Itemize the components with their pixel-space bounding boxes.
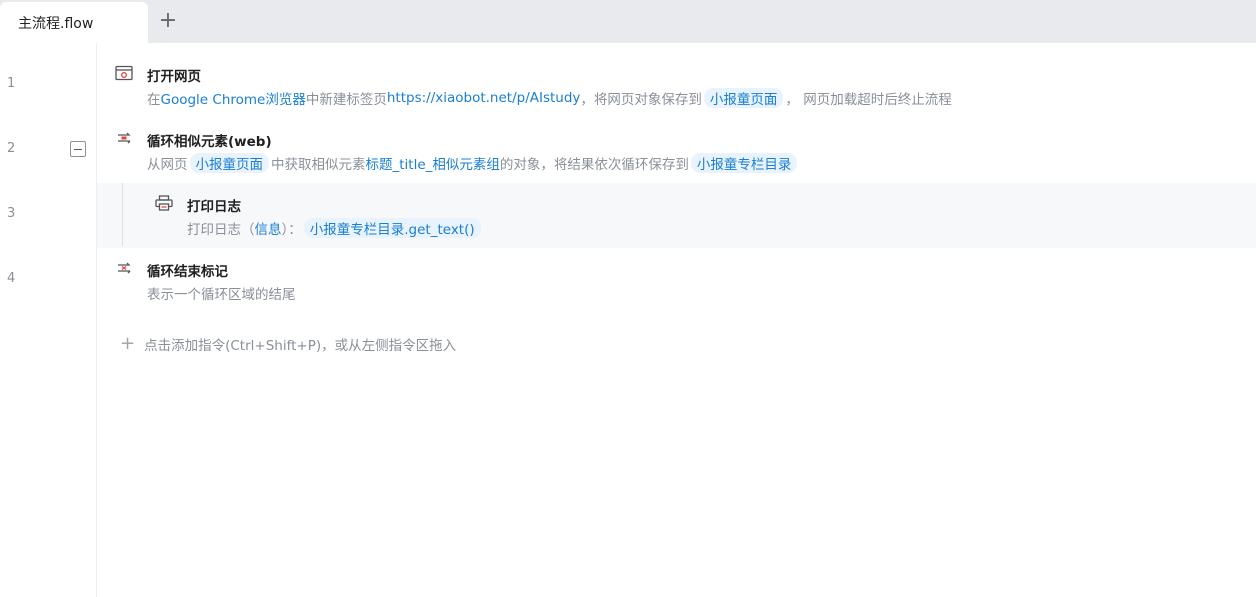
add-hint-text: 点击添加指令(Ctrl+Shift+P)，或从左侧指令区拖入 [144, 338, 457, 354]
variable-badge[interactable]: 小报童专栏目录 [690, 153, 798, 173]
browser-param[interactable]: Google Chrome浏览器 [161, 88, 306, 108]
variable-badge[interactable]: 小报童页面 [189, 153, 269, 173]
loop-end-icon [118, 262, 131, 274]
step-title: 循环结束标记 [147, 264, 228, 280]
step-description: 在 Google Chrome浏览器 中新建标签页 https://xiaobo… [147, 88, 952, 108]
expression-badge[interactable]: 小报童专栏目录.get_text() [303, 218, 481, 238]
element-param[interactable]: 标题_title_相似元素组 [366, 153, 500, 173]
step-row-loop-end[interactable]: 循环结束标记 表示一个循环区域的结尾 [97, 248, 1256, 313]
step-row-open-webpage[interactable]: 打开网页 在 Google Chrome浏览器 中新建标签页 https://x… [97, 53, 1256, 118]
desc-text: ）： [281, 222, 302, 238]
line-number: 1 [7, 76, 16, 91]
desc-text: 中获取相似元素 [271, 157, 366, 173]
plus-icon: + [158, 8, 178, 33]
desc-text: ，将网页对象保存到 [580, 92, 702, 108]
tab-label: 主流程.flow [18, 15, 94, 32]
browser-window-icon [115, 65, 133, 81]
step-title: 循环相似元素(web) [147, 134, 272, 150]
step-title: 打开网页 [147, 69, 201, 85]
loop-icon [118, 132, 131, 144]
step-row-loop-similar[interactable]: 循环相似元素(web) 从网页 小报童页面 中获取相似元素 标题_title_相… [97, 118, 1256, 183]
collapse-icon[interactable] [70, 141, 86, 157]
log-level-param[interactable]: 信息 [255, 218, 282, 238]
tab-bar: 主流程.flow + [0, 0, 1256, 43]
desc-text: 中新建标签页 [305, 92, 387, 108]
step-row-print-log[interactable]: 打印日志 打印日志（ 信息 ）： 小报童专栏目录.get_text() [97, 183, 1256, 248]
plus-icon: + [120, 333, 136, 354]
desc-text: 打印日志（ [187, 222, 255, 238]
desc-text: ， 网页加载超时后终止流程 [785, 92, 952, 108]
line-number: 2 [7, 141, 16, 156]
step-title: 打印日志 [187, 199, 241, 215]
printer-icon [155, 195, 173, 211]
add-tab-button[interactable]: + [158, 10, 178, 32]
desc-text: 在 [147, 92, 161, 108]
variable-badge[interactable]: 小报童页面 [703, 88, 784, 108]
step-description: 打印日志（ 信息 ）： 小报童专栏目录.get_text() [187, 218, 483, 238]
line-number: 4 [7, 271, 16, 286]
step-description: 表示一个循环区域的结尾 [147, 283, 296, 303]
desc-text: 的对象，将结果依次循环保存到 [499, 157, 689, 173]
step-description: 从网页 小报童页面 中获取相似元素 标题_title_相似元素组 的对象，将结果… [147, 153, 799, 173]
url-param[interactable]: https://xiaobot.net/p/AIstudy [387, 90, 581, 106]
add-instruction-hint[interactable]: + 点击添加指令(Ctrl+Shift+P)，或从左侧指令区拖入 [120, 333, 457, 355]
desc-text: 从网页 [147, 157, 188, 173]
tab-main-flow[interactable]: 主流程.flow [0, 2, 148, 43]
line-number: 3 [7, 206, 16, 221]
desc-text: 表示一个循环区域的结尾 [147, 287, 296, 303]
loop-nesting-line [122, 183, 123, 246]
